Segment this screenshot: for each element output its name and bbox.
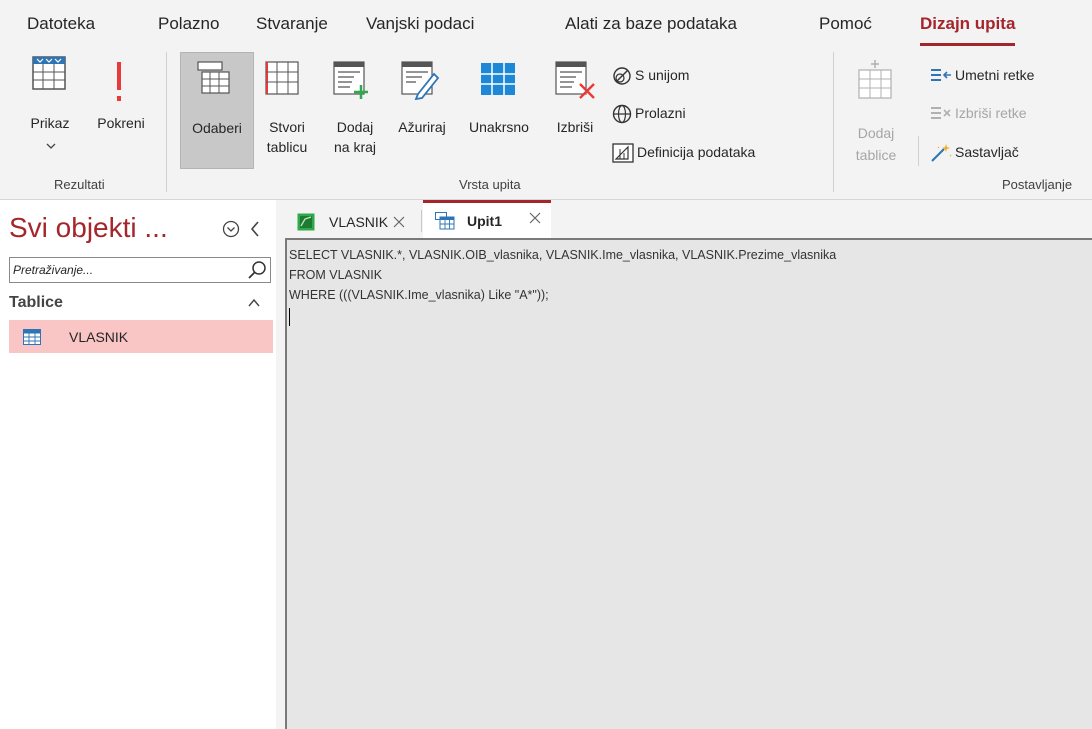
nav-pane-title[interactable]: Svi objekti ... xyxy=(9,212,168,244)
tab-dizajn-upita[interactable]: Dizajn upita xyxy=(920,14,1016,46)
sql-line-where[interactable]: WHERE (((VLASNIK.Ime_vlasnika) Like "A*"… xyxy=(289,288,549,302)
insert-rows-button[interactable]: Umetni retke xyxy=(930,64,1034,86)
delete-rows-button[interactable]: Izbriši retke xyxy=(930,102,1027,124)
close-icon[interactable] xyxy=(529,212,541,224)
data-definition-label: Definicija podataka xyxy=(637,144,756,160)
sql-line-select[interactable]: SELECT VLASNIK.*, VLASNIK.OIB_vlasnika, … xyxy=(289,248,836,262)
chevron-down-circle-icon[interactable] xyxy=(222,220,240,238)
doc-tab-vlasnik[interactable]: VLASNIK xyxy=(285,204,417,238)
builder-label: Sastavljač xyxy=(955,144,1019,160)
nav-item-label: VLASNIK xyxy=(69,329,129,345)
tab-alati-za-baze-podataka[interactable]: Alati za baze podataka xyxy=(565,14,737,34)
append-button[interactable]: Dodaj na kraj xyxy=(326,54,384,164)
globe-icon xyxy=(612,105,632,124)
group-separator xyxy=(166,52,167,192)
insert-rows-label: Umetni retke xyxy=(955,67,1035,83)
tab-polazno[interactable]: Polazno xyxy=(158,14,219,34)
append-label-2: na kraj xyxy=(333,139,377,155)
ribbon: Prikaz Pokreni Rezultati Odaberi Stvori … xyxy=(0,46,1092,200)
append-label-1: Dodaj xyxy=(336,119,374,135)
delete-query-label: Izbriši xyxy=(556,119,594,135)
doc-tab-upit1[interactable]: Upit1 xyxy=(423,200,551,238)
crosstab-query-icon xyxy=(481,63,515,95)
passthrough-label: Prolazni xyxy=(635,105,686,121)
make-table-icon xyxy=(265,61,299,95)
group-label-rezultati: Rezultati xyxy=(54,177,105,192)
nav-search-box xyxy=(9,257,271,283)
data-definition-icon xyxy=(612,143,634,163)
crosstab-button[interactable]: Unakrsno xyxy=(456,54,542,154)
insert-rows-icon xyxy=(931,69,951,82)
chevron-down-icon[interactable] xyxy=(46,142,56,150)
delete-query-button[interactable]: Izbriši xyxy=(546,54,604,154)
sql-editor[interactable]: SELECT VLASNIK.*, VLASNIK.OIB_vlasnika, … xyxy=(285,238,1092,729)
tab-datoteka[interactable]: Datoteka xyxy=(27,14,95,34)
search-icon[interactable] xyxy=(247,260,267,280)
exclamation-run-icon xyxy=(117,62,121,101)
add-tables-button[interactable]: Dodaj tablice xyxy=(843,54,909,164)
passthrough-query-button[interactable]: Prolazni xyxy=(612,102,686,124)
small-separator xyxy=(918,136,919,166)
select-query-label: Odaberi xyxy=(192,120,242,136)
builder-button[interactable]: Sastavljač xyxy=(930,141,1019,163)
data-definition-button[interactable]: Definicija podataka xyxy=(612,141,755,163)
chevron-up-icon xyxy=(248,298,260,307)
text-caret xyxy=(289,308,290,326)
tab-pomoc[interactable]: Pomoć xyxy=(819,14,872,34)
table-datasheet-icon xyxy=(297,213,315,231)
tab-stvaranje[interactable]: Stvaranje xyxy=(256,14,328,34)
doc-tab-label: VLASNIK xyxy=(329,214,389,230)
tab-vanjski-podaci[interactable]: Vanjski podaci xyxy=(366,14,474,34)
add-tables-label-1: Dodaj xyxy=(857,125,895,141)
union-query-button[interactable]: S unijom xyxy=(612,64,689,86)
navigation-pane: Svi objekti ... Tablice VLASNIK xyxy=(0,200,276,729)
nav-item-vlasnik[interactable]: VLASNIK xyxy=(9,320,273,353)
update-label: Ažuriraj xyxy=(398,119,446,135)
search-input[interactable] xyxy=(10,258,248,282)
group-label-postavljanje: Postavljanje xyxy=(1002,177,1073,192)
doc-tab-label: Upit1 xyxy=(467,213,502,229)
update-query-icon xyxy=(401,61,440,100)
ribbon-tab-bar: Datoteka Polazno Stvaranje Vanjski podac… xyxy=(0,0,1092,46)
magic-wand-icon xyxy=(931,144,952,163)
query-icon xyxy=(435,212,455,230)
crosstab-label: Unakrsno xyxy=(469,119,529,135)
tab-separator xyxy=(421,210,422,232)
view-label: Prikaz xyxy=(30,115,70,131)
collapse-pane-icon[interactable] xyxy=(248,220,262,238)
group-separator xyxy=(833,52,834,192)
delete-rows-label: Izbriši retke xyxy=(955,105,1027,121)
run-button[interactable]: Pokreni xyxy=(88,54,154,154)
view-button[interactable]: Prikaz xyxy=(20,54,90,166)
make-table-button[interactable]: Stvori tablicu xyxy=(260,54,314,164)
table-icon xyxy=(23,329,41,345)
update-button[interactable]: Ažuriraj xyxy=(388,54,456,154)
close-icon[interactable] xyxy=(393,216,405,228)
select-query-button[interactable]: Odaberi xyxy=(180,52,254,169)
make-table-label-2: tablicu xyxy=(266,139,308,155)
union-label: S unijom xyxy=(635,67,690,83)
nav-section-header[interactable]: Tablice xyxy=(9,292,271,316)
append-query-icon xyxy=(333,61,368,99)
sql-line-from[interactable]: FROM VLASNIK xyxy=(289,268,382,282)
pane-splitter[interactable] xyxy=(276,200,285,729)
union-icon xyxy=(613,67,631,85)
nav-section-label: Tablice xyxy=(9,294,63,311)
select-query-icon xyxy=(197,61,230,94)
run-label: Pokreni xyxy=(97,115,145,131)
add-tables-icon xyxy=(858,60,892,99)
make-table-label-1: Stvori xyxy=(269,119,305,135)
delete-query-icon xyxy=(555,61,595,99)
add-tables-label-2: tablice xyxy=(855,147,897,163)
delete-rows-icon xyxy=(931,107,951,120)
datasheet-view-icon xyxy=(32,56,66,90)
group-label-vrsta-upita: Vrsta upita xyxy=(459,177,521,192)
document-tab-bar: VLASNIK Upit1 xyxy=(285,200,1092,238)
